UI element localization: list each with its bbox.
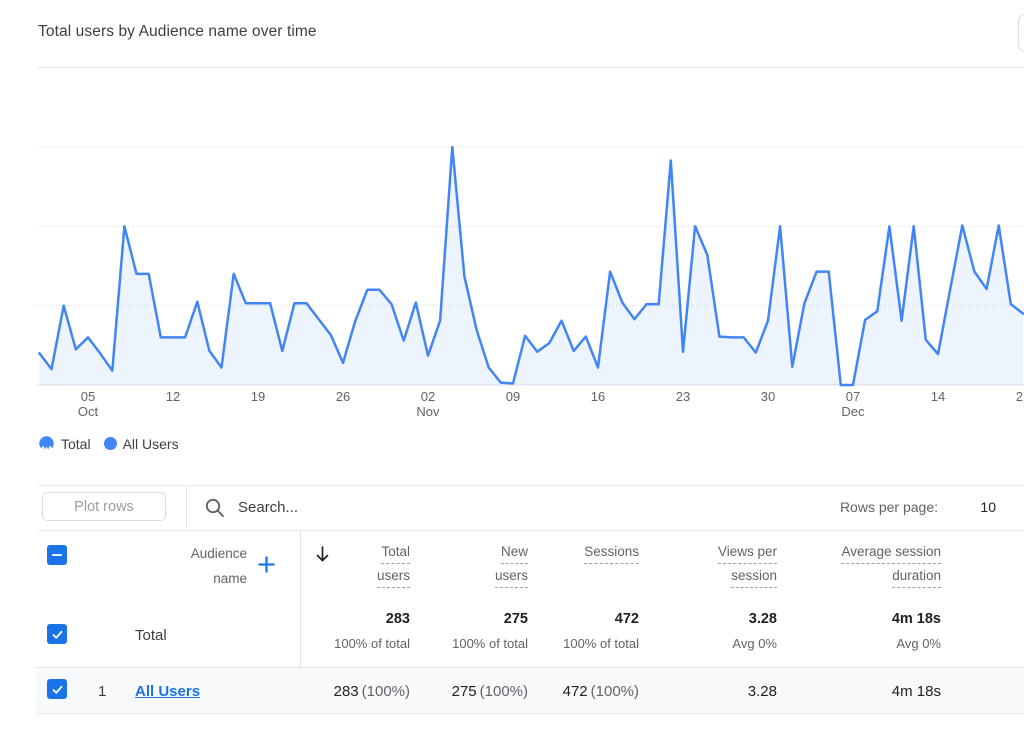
- header-text: session: [731, 568, 777, 588]
- column-header-average-session-duration[interactable]: Average session duration: [841, 544, 941, 592]
- total-sub-label: Avg 0%: [732, 636, 777, 651]
- checkmark-icon: [51, 628, 64, 641]
- header-text: Views per: [718, 544, 777, 564]
- x-axis-tick-label: 14: [908, 389, 968, 404]
- audience-link-all-users[interactable]: All Users: [135, 683, 200, 700]
- add-dimension-button[interactable]: [257, 555, 276, 579]
- x-axis-tick-label: 23: [653, 389, 713, 404]
- sort-descending-icon[interactable]: [315, 545, 330, 568]
- header-text: users: [377, 568, 410, 588]
- search-input[interactable]: [238, 494, 798, 520]
- toolbar-top-divider: [38, 485, 1024, 486]
- chart-legend: Total All Users: [38, 435, 179, 452]
- all-users-dot-icon: [104, 437, 117, 450]
- x-axis-tick-label: 16: [568, 389, 628, 404]
- cell-value: 283: [334, 683, 359, 700]
- cell-value: 275: [452, 683, 477, 700]
- x-axis-tick-label: 12: [143, 389, 203, 404]
- total-fan-icon: [38, 435, 55, 452]
- x-axis-tick-label: 07Dec: [823, 389, 883, 419]
- header-text: Total: [381, 544, 410, 564]
- x-axis-tick-label: 19: [228, 389, 288, 404]
- header-text: duration: [892, 568, 941, 588]
- total-sub-label: Avg 0%: [892, 636, 941, 651]
- x-axis-tick-label: 05Oct: [58, 389, 118, 419]
- rows-per-page-label: Rows per page:: [840, 499, 938, 515]
- toolbar-divider: [186, 487, 187, 528]
- total-cell-total-users: 283 100% of total: [334, 611, 410, 651]
- select-all-checkbox[interactable]: [47, 545, 67, 565]
- total-sub-label: 100% of total: [452, 636, 528, 651]
- plot-rows-button[interactable]: Plot rows: [42, 492, 166, 521]
- total-value: 275: [452, 611, 528, 627]
- cell-total-users: 283(100%): [334, 683, 410, 700]
- column-header-audience-name[interactable]: Audience name: [191, 546, 247, 587]
- total-sub-label: 100% of total: [334, 636, 410, 651]
- total-users-line-chart: [0, 80, 1024, 392]
- legend-label-all-users: All Users: [123, 436, 179, 452]
- cell-value: 4m 18s: [892, 683, 941, 700]
- column-header-sessions[interactable]: Sessions: [584, 544, 639, 568]
- cell-percent: (100%): [480, 683, 528, 700]
- cell-sessions: 472(100%): [563, 683, 639, 700]
- x-axis-tick-label: 02Nov: [398, 389, 458, 419]
- cell-percent: (100%): [591, 683, 639, 700]
- cell-views-per-session: 3.28: [748, 683, 777, 700]
- audience-name-header-line2: name: [191, 571, 247, 587]
- total-row-label: Total: [135, 627, 167, 644]
- x-axis-tick-label: 30: [738, 389, 798, 404]
- checkmark-icon: [51, 683, 64, 696]
- row-checkbox[interactable]: [47, 679, 67, 699]
- header-divider: [38, 67, 1024, 68]
- header-text: New: [501, 544, 528, 564]
- column-header-views-per-session[interactable]: Views per session: [718, 544, 777, 592]
- audiences-report-card: Total users by Audience name over time 0…: [0, 0, 1024, 735]
- x-axis-tick-label: 21: [993, 389, 1024, 404]
- cell-avg-session-duration: 4m 18s: [892, 683, 941, 700]
- total-sub-label: 100% of total: [563, 636, 639, 651]
- arrow-down-icon: [315, 545, 330, 563]
- x-axis-tick-label: 26: [313, 389, 373, 404]
- cell-percent: (100%): [362, 683, 410, 700]
- chart-area-fill: [39, 147, 1023, 385]
- rows-per-page-select[interactable]: 10: [980, 499, 996, 515]
- total-cell-sessions: 472 100% of total: [563, 611, 639, 651]
- cell-new-users: 275(100%): [452, 683, 528, 700]
- table-top-divider: [38, 530, 1024, 531]
- row-index: 1: [98, 683, 106, 700]
- plus-icon: [257, 555, 276, 574]
- x-axis-labels: 05Oct 12 19 26 02Nov 09 16 23 30 07Dec 14 21: [0, 389, 1024, 423]
- total-value: 283: [334, 611, 410, 627]
- total-cell-new-users: 275 100% of total: [452, 611, 528, 651]
- total-value: 472: [563, 611, 639, 627]
- x-axis-tick-label: 09: [483, 389, 543, 404]
- total-cell-avg-session-duration: 4m 18s Avg 0%: [892, 611, 941, 651]
- header-text: Average session: [841, 544, 941, 564]
- column-header-total-users[interactable]: Total users: [377, 544, 410, 592]
- cell-value: 3.28: [748, 683, 777, 700]
- card-action-button[interactable]: [1018, 13, 1024, 53]
- legend-label-total: Total: [61, 436, 91, 452]
- column-header-new-users[interactable]: New users: [495, 544, 528, 592]
- total-value: 3.28: [732, 611, 777, 627]
- total-cell-views-per-session: 3.28 Avg 0%: [732, 611, 777, 651]
- total-row-checkbox[interactable]: [47, 624, 67, 644]
- cell-value: 472: [563, 683, 588, 700]
- search-icon: [203, 496, 227, 520]
- total-value: 4m 18s: [892, 611, 941, 627]
- header-text: users: [495, 568, 528, 588]
- header-text: Sessions: [584, 544, 639, 564]
- page-title: Total users by Audience name over time: [38, 23, 317, 41]
- indeterminate-icon: [51, 549, 63, 561]
- audience-name-header-line1: Audience: [191, 546, 247, 562]
